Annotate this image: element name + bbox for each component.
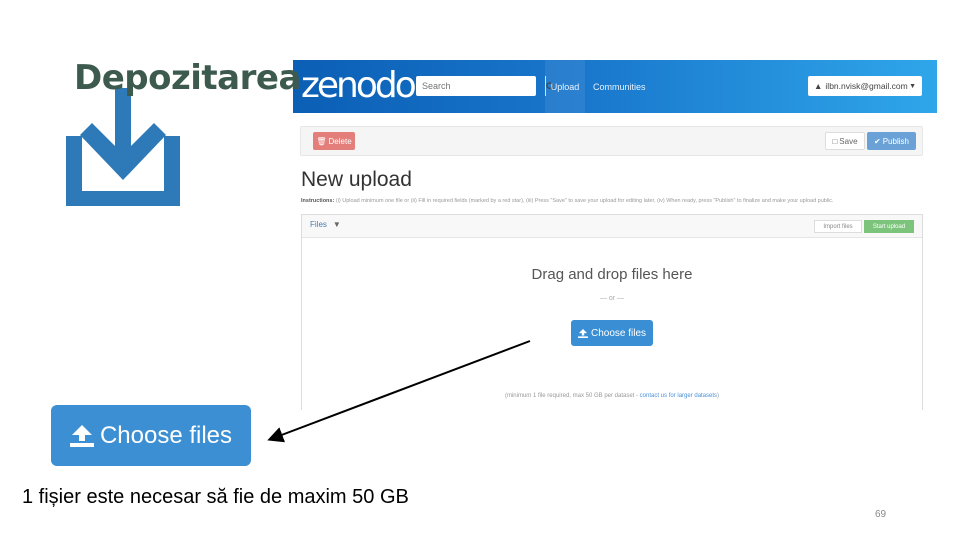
- page-heading: New upload: [301, 168, 412, 191]
- page-number: 69: [875, 509, 887, 520]
- files-tab[interactable]: Files ▼: [310, 220, 341, 229]
- instructions-text: (i) Upload minimum one file or (ii) Fill…: [335, 198, 834, 204]
- contact-link[interactable]: contact us for larger datasets: [640, 393, 717, 399]
- note-text: (minimum 1 file required, max 50 GB per …: [504, 393, 640, 399]
- files-tab-label: Files: [310, 220, 327, 229]
- user-menu[interactable]: ▲ ilbn.nvisk@gmail.com ▼: [808, 76, 922, 96]
- upload-icon: [69, 424, 94, 447]
- download-icon: [66, 88, 180, 206]
- save-label: Save: [839, 136, 858, 146]
- delete-label: Delete: [328, 136, 352, 146]
- slide-caption: 1 fișier este necesar să fie de maxim 50…: [22, 486, 409, 508]
- publish-button[interactable]: ✔ Publish: [867, 132, 916, 150]
- upload-limit-note: (minimum 1 file required, max 50 GB per …: [302, 393, 922, 399]
- drop-zone-title: Drag and drop files here: [531, 266, 693, 283]
- trash-icon: 🗑: [316, 136, 327, 146]
- search-box: [416, 76, 555, 96]
- choose-files-label: Choose files: [590, 327, 647, 339]
- search-input[interactable]: [416, 76, 545, 96]
- deposit-toolbar: 🗑 Delete □ Save ✔ Publish: [300, 126, 923, 156]
- note-end: ): [717, 393, 720, 399]
- choose-files-button-small[interactable]: Choose files: [571, 320, 653, 346]
- chevron-down-icon: ▼: [332, 220, 341, 229]
- floppy-icon: □: [832, 136, 838, 146]
- caret-down-icon: ▼: [909, 82, 916, 90]
- upload-icon: [578, 328, 588, 338]
- check-icon: ✔: [874, 136, 881, 146]
- nav-upload[interactable]: Upload: [545, 60, 585, 113]
- files-panel-header: Files ▼ Import files Start upload: [302, 215, 922, 238]
- instructions: Instructions: (i) Upload minimum one fil…: [301, 198, 921, 204]
- delete-button[interactable]: 🗑 Delete: [313, 132, 355, 150]
- instructions-label: Instructions:: [301, 198, 335, 204]
- start-upload-button[interactable]: Start upload: [864, 220, 914, 233]
- zenodo-logo[interactable]: zenodo: [301, 66, 417, 106]
- publish-label: Publish: [882, 136, 909, 146]
- choose-files-large-label: Choose files: [99, 421, 233, 449]
- import-files-button[interactable]: Import files: [814, 220, 862, 233]
- zenodo-screenshot: zenodo Upload Communities ▲ ilbn.nvisk@g…: [293, 60, 937, 410]
- user-email: ilbn.nvisk@gmail.com: [825, 81, 908, 91]
- nav-communities[interactable]: Communities: [593, 60, 646, 113]
- slide-title: Depozitarea: [74, 58, 301, 98]
- navbar: zenodo Upload Communities ▲ ilbn.nvisk@g…: [293, 60, 937, 113]
- drop-zone-or: — or —: [599, 295, 625, 302]
- user-icon: ▲: [814, 81, 823, 91]
- save-button[interactable]: □ Save: [825, 132, 865, 150]
- choose-files-button-large[interactable]: Choose files: [51, 405, 251, 466]
- files-panel: Files ▼ Import files Start upload Drag an…: [301, 214, 923, 410]
